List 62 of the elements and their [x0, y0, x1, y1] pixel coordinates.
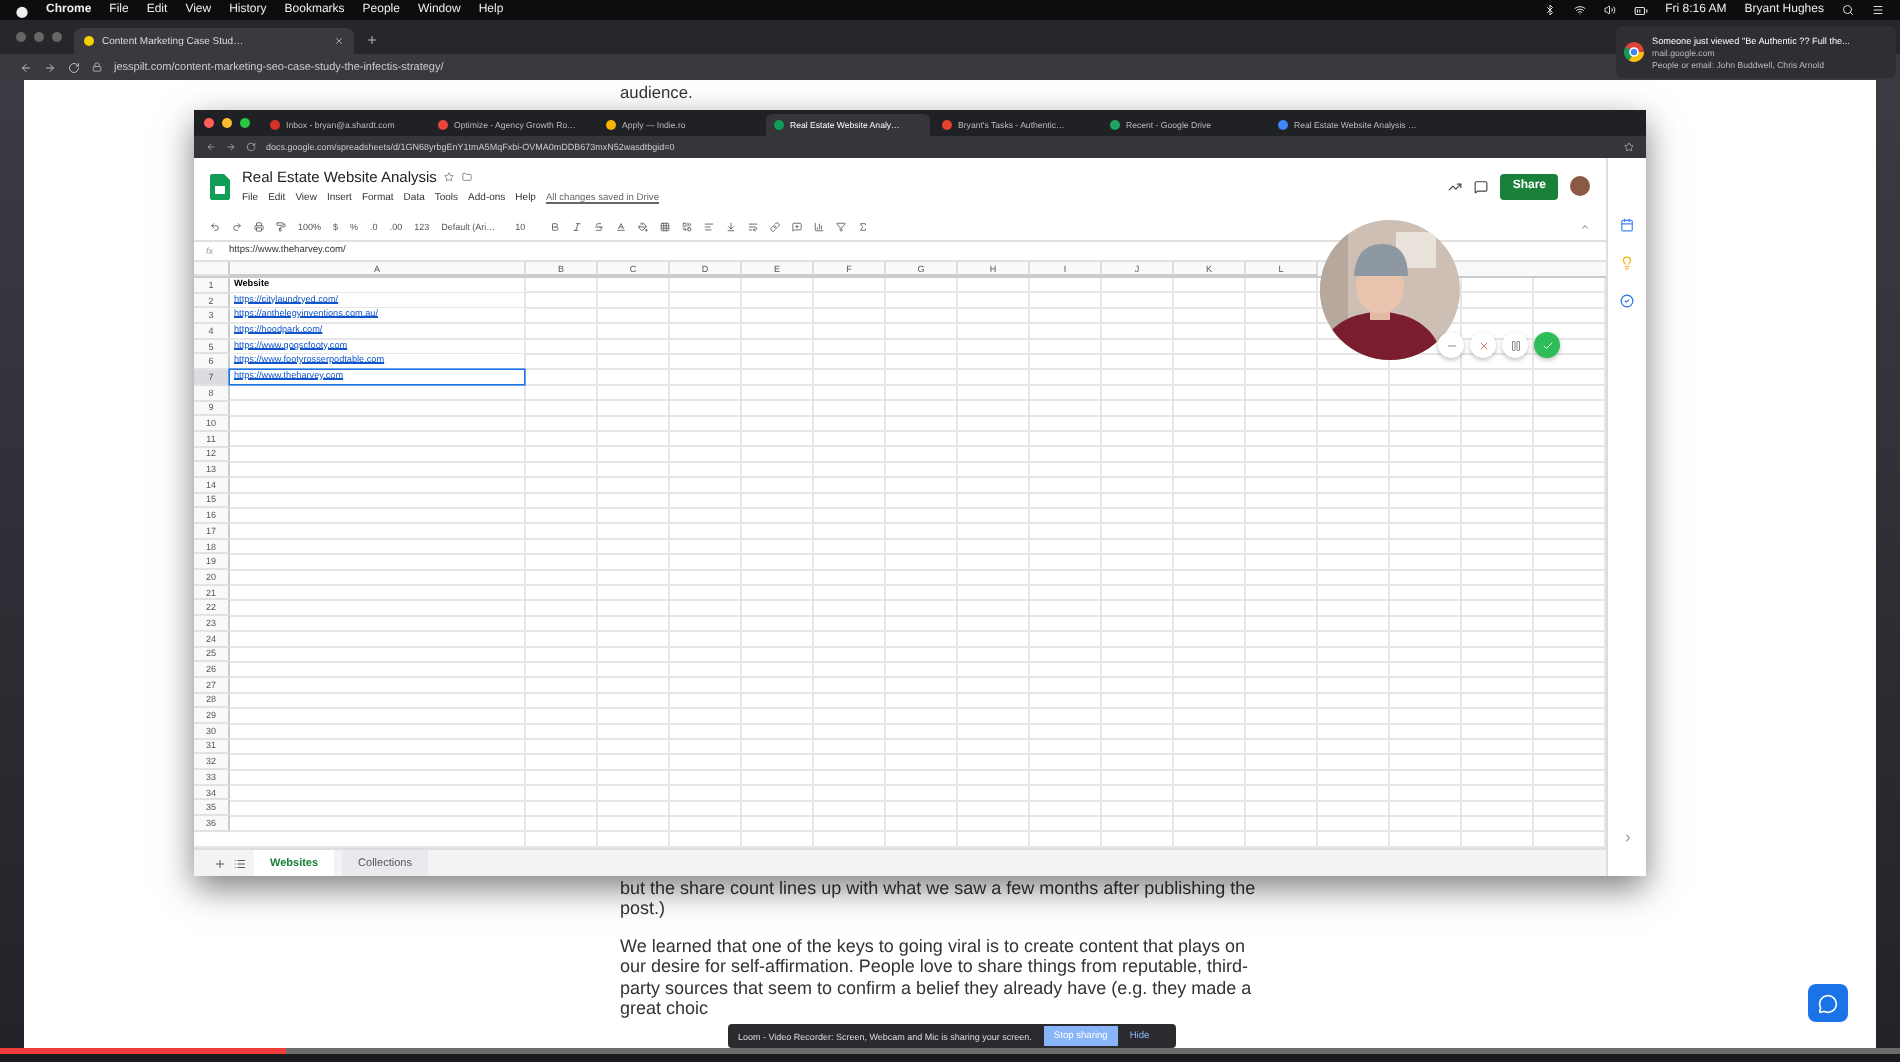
add-sheet-icon[interactable]	[214, 857, 226, 869]
comment-icon[interactable]	[791, 222, 802, 232]
article-paragraph: but the share count lines up with what we saw a few months after publishing the post.)	[620, 877, 1258, 919]
filter-icon[interactable]	[835, 222, 846, 232]
article-text: audience.	[620, 82, 695, 103]
close-icon	[1477, 339, 1489, 351]
check-icon	[1541, 339, 1553, 351]
bold-icon[interactable]	[549, 222, 560, 232]
print-icon[interactable]	[254, 222, 264, 232]
fill-color-icon[interactable]	[637, 222, 648, 232]
wrap-icon[interactable]	[747, 222, 758, 232]
tasks-icon[interactable]	[1620, 294, 1634, 308]
battery-icon[interactable]	[1633, 3, 1648, 17]
borders-icon[interactable]	[659, 222, 670, 232]
window-close-button[interactable]	[16, 32, 26, 42]
new-tab-icon[interactable]	[366, 33, 378, 45]
paint-format-icon[interactable]	[276, 222, 286, 232]
pause-button[interactable]	[1502, 332, 1528, 358]
back-icon[interactable]	[206, 142, 216, 152]
menu-icon[interactable]	[1872, 4, 1884, 16]
comment-icon[interactable]	[1474, 179, 1489, 193]
strikethrough-icon[interactable]	[593, 222, 604, 232]
pause-icon	[1509, 339, 1521, 351]
window-close-button[interactable]	[204, 118, 214, 128]
star-icon[interactable]	[1624, 142, 1634, 152]
chat-icon	[1818, 993, 1838, 1013]
volume-icon[interactable]	[1603, 4, 1616, 16]
search-icon[interactable]	[1842, 4, 1854, 16]
trend-icon[interactable]	[1448, 179, 1463, 193]
window-minimize-button[interactable]	[222, 118, 232, 128]
redo-icon[interactable]	[232, 222, 242, 232]
calendar-icon[interactable]	[1620, 218, 1634, 232]
reload-icon[interactable]	[246, 142, 256, 152]
text-color-icon[interactable]	[615, 222, 626, 232]
minus-icon	[1445, 339, 1457, 351]
article-paragraph: We learned that one of the keys to going viral is to create content that plays on our desire for self-affirmation. People love to share things from reputable, third-party sources that seem to confirm a belief they already have (e.g. they made a great choic	[620, 935, 1254, 1019]
lock-icon	[92, 62, 102, 72]
italic-icon[interactable]	[571, 222, 582, 232]
bluetooth-icon[interactable]	[1543, 4, 1556, 16]
star-icon[interactable]	[444, 172, 455, 182]
align-icon[interactable]	[703, 222, 714, 232]
undo-icon[interactable]	[210, 222, 220, 232]
forward-icon[interactable]	[226, 142, 236, 152]
finish-button[interactable]	[1534, 332, 1560, 358]
expand-icon[interactable]	[1621, 832, 1633, 844]
chrome-logo-icon	[1624, 42, 1644, 62]
sheets-logo-icon[interactable]	[210, 173, 230, 199]
chart-icon[interactable]	[813, 222, 824, 232]
reload-icon[interactable]	[68, 61, 80, 73]
all-sheets-icon[interactable]	[234, 857, 246, 869]
forward-icon[interactable]	[44, 61, 56, 73]
avatar[interactable]	[1570, 176, 1590, 196]
wifi-icon[interactable]	[1573, 4, 1586, 16]
merge-icon[interactable]	[681, 222, 692, 232]
window-zoom-button[interactable]	[240, 118, 250, 128]
chat-button[interactable]	[1808, 984, 1848, 1022]
vertical-align-icon[interactable]	[725, 222, 736, 232]
folder-icon[interactable]	[462, 172, 473, 182]
link-icon[interactable]	[769, 222, 780, 232]
back-icon[interactable]	[20, 61, 32, 73]
collapse-icon[interactable]	[1580, 222, 1590, 232]
functions-icon[interactable]	[857, 222, 868, 232]
